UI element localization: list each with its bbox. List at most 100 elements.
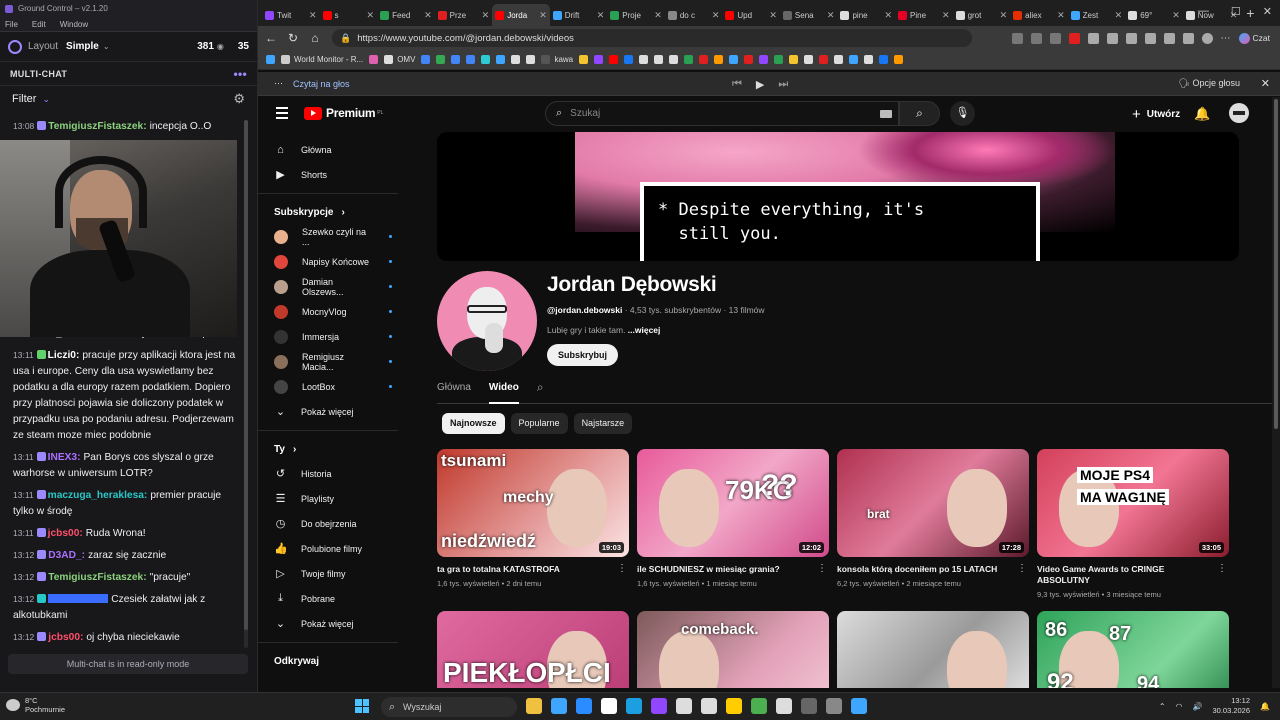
notifications-bell-icon[interactable]: 🔔: [1194, 106, 1210, 122]
split-screen-icon[interactable]: [1144, 32, 1156, 44]
collections-icon[interactable]: [1182, 32, 1194, 44]
bookmark-item[interactable]: [894, 55, 904, 64]
bookmark-item[interactable]: [654, 55, 664, 64]
more-options-icon[interactable]: •••: [233, 67, 247, 81]
back-button[interactable]: ←: [260, 31, 282, 45]
sidebar-item-liked[interactable]: 👍 Polubione filmy: [258, 536, 408, 561]
scrollbar-thumb[interactable]: [1274, 99, 1278, 429]
next-icon[interactable]: ⏭: [778, 78, 788, 91]
favorite-star-icon[interactable]: [1049, 32, 1061, 44]
video-thumbnail[interactable]: [837, 611, 1029, 688]
menu-file[interactable]: File: [5, 18, 18, 31]
bookmark-item[interactable]: [639, 55, 649, 64]
search-button[interactable]: ⌕: [899, 101, 940, 126]
tab-home[interactable]: Główna: [437, 377, 471, 404]
video-thumbnail[interactable]: MOJE PS4 MA WAG1NĘ 33:05: [1037, 449, 1229, 557]
message-user[interactable]: jcbs00:: [48, 528, 83, 539]
subscriptions-header[interactable]: Subskrypcje ›: [258, 200, 408, 224]
chip-popular[interactable]: Popularne: [510, 413, 568, 434]
browser-tab[interactable]: aliex ✕: [1010, 4, 1068, 26]
message-user[interactable]: maczuga_heraklesa:: [48, 490, 148, 501]
browser-tab[interactable]: Jorda ✕: [492, 4, 550, 26]
show-more-button[interactable]: ⌄ Pokaż więcej: [258, 399, 408, 424]
browser-tab[interactable]: pine ✕: [837, 4, 895, 26]
close-tab-icon[interactable]: ✕: [597, 10, 605, 21]
video-thumbnail[interactable]: tsunami mechy niedźwiedź 19:03: [437, 449, 629, 557]
browser-tab[interactable]: Upd ✕: [722, 4, 780, 26]
windows-start-icon[interactable]: [355, 699, 369, 713]
close-tab-icon[interactable]: ✕: [769, 10, 777, 21]
bookmark-item[interactable]: [864, 55, 874, 64]
taskbar-app-icon[interactable]: [801, 698, 817, 714]
video-card[interactable]: PIEKŁO PŁCI: [437, 611, 629, 688]
close-tab-icon[interactable]: ✕: [654, 10, 662, 21]
taskbar-app-icon[interactable]: [526, 698, 542, 714]
bookmark-item[interactable]: [669, 55, 679, 64]
message-user[interactable]: [48, 594, 109, 603]
taskbar-app-icon[interactable]: [651, 698, 667, 714]
browser-tab[interactable]: grot ✕: [953, 4, 1011, 26]
sidebar-item-shorts[interactable]: ▶ Shorts: [258, 162, 408, 187]
voice-options-button[interactable]: 🗣 Opcje głosu: [1179, 78, 1240, 89]
bookmark-item[interactable]: [714, 55, 724, 64]
video-title[interactable]: konsola którą doceniłem po 15 LATACH: [837, 564, 1029, 575]
previous-icon[interactable]: ⏮: [732, 78, 742, 91]
chevron-down-icon[interactable]: ⌄: [103, 42, 110, 51]
sidebar-item-subscription[interactable]: Remigiusz Macia...: [258, 349, 408, 374]
aloud-icon[interactable]: [1030, 32, 1042, 44]
clock[interactable]: 13:12 30.03.2026: [1212, 696, 1250, 716]
browser-tab[interactable]: Proje ✕: [607, 4, 665, 26]
browser-tab[interactable]: s ✕: [320, 4, 378, 26]
more-link[interactable]: ...więcej: [628, 325, 661, 335]
video-card[interactable]: [837, 611, 1029, 688]
you-header[interactable]: Ty ›: [258, 437, 408, 461]
video-title[interactable]: ta gra to totalna KATASTROFA: [437, 564, 629, 575]
taskbar-app-icon[interactable]: [726, 698, 742, 714]
browser-tab[interactable]: Sena ✕: [780, 4, 838, 26]
video-card[interactable]: brat 17:28 konsola którą doceniłem po 15 L…: [837, 449, 1029, 588]
sidebar-item-subscription[interactable]: LootBox: [258, 374, 408, 399]
bookmark-item[interactable]: [789, 55, 799, 64]
bookmark-item[interactable]: [266, 55, 275, 64]
menu-window[interactable]: Window: [60, 18, 88, 31]
bookmark-item[interactable]: [684, 55, 694, 64]
video-card[interactable]: comeback.: [637, 611, 829, 688]
bookmark-item[interactable]: [774, 55, 784, 64]
maximize-button[interactable]: ☐: [1231, 5, 1241, 18]
more-menu-icon[interactable]: ⋯: [1221, 33, 1231, 44]
show-more-button[interactable]: ⌄ Pokaż więcej: [258, 611, 408, 636]
bookmark-item[interactable]: [526, 55, 536, 64]
message-user[interactable]: jcbs00:: [48, 632, 83, 643]
bookmark-item[interactable]: [624, 55, 634, 64]
video-thumbnail[interactable]: 86 87 92 94: [1037, 611, 1229, 688]
bookmark-item[interactable]: [436, 55, 446, 64]
video-menu-icon[interactable]: ⋮: [1017, 563, 1027, 574]
home-button[interactable]: ⌂: [304, 31, 326, 45]
video-thumbnail[interactable]: PIEKŁO PŁCI: [437, 611, 629, 688]
create-button[interactable]: + Utwórz: [1122, 102, 1190, 126]
video-card[interactable]: MOJE PS4 MA WAG1NĘ 33:05 Video Game Awards …: [1037, 449, 1229, 599]
bookmark-item[interactable]: [729, 55, 739, 64]
sidebar-item-your-videos[interactable]: ▷ Twoje filmy: [258, 561, 408, 586]
taskbar-app-icon[interactable]: [626, 698, 642, 714]
taskbar-app-icon[interactable]: [551, 698, 567, 714]
bookmark-item[interactable]: [744, 55, 754, 64]
sidebar-item-watch-later[interactable]: ◷ Do obejrzenia: [258, 511, 408, 536]
layout-select[interactable]: Simple: [66, 41, 99, 52]
voice-search-button[interactable]: 🎙: [950, 101, 975, 126]
video-card[interactable]: 86 87 92 94: [1037, 611, 1229, 688]
bookmark-item[interactable]: [879, 55, 889, 64]
bookmark-item[interactable]: [511, 55, 521, 64]
close-tab-icon[interactable]: ✕: [884, 10, 892, 21]
chat-scrollbar[interactable]: [244, 120, 248, 648]
wifi-icon[interactable]: ◠: [1176, 702, 1183, 711]
filter-dropdown[interactable]: Filter: [12, 93, 36, 105]
weather-widget[interactable]: 8°C Pochmurnie: [6, 696, 65, 714]
bookmark-item[interactable]: [834, 55, 844, 64]
bookmark-item[interactable]: [369, 55, 379, 64]
chip-newest[interactable]: Najnowsze: [442, 413, 505, 434]
message-user[interactable]: INEX3:: [48, 452, 81, 463]
video-card[interactable]: tsunami mechy niedźwiedź 19:03 ta gra to tot…: [437, 449, 629, 588]
bookmark-item[interactable]: [804, 55, 814, 64]
video-menu-icon[interactable]: ⋮: [1217, 563, 1227, 574]
